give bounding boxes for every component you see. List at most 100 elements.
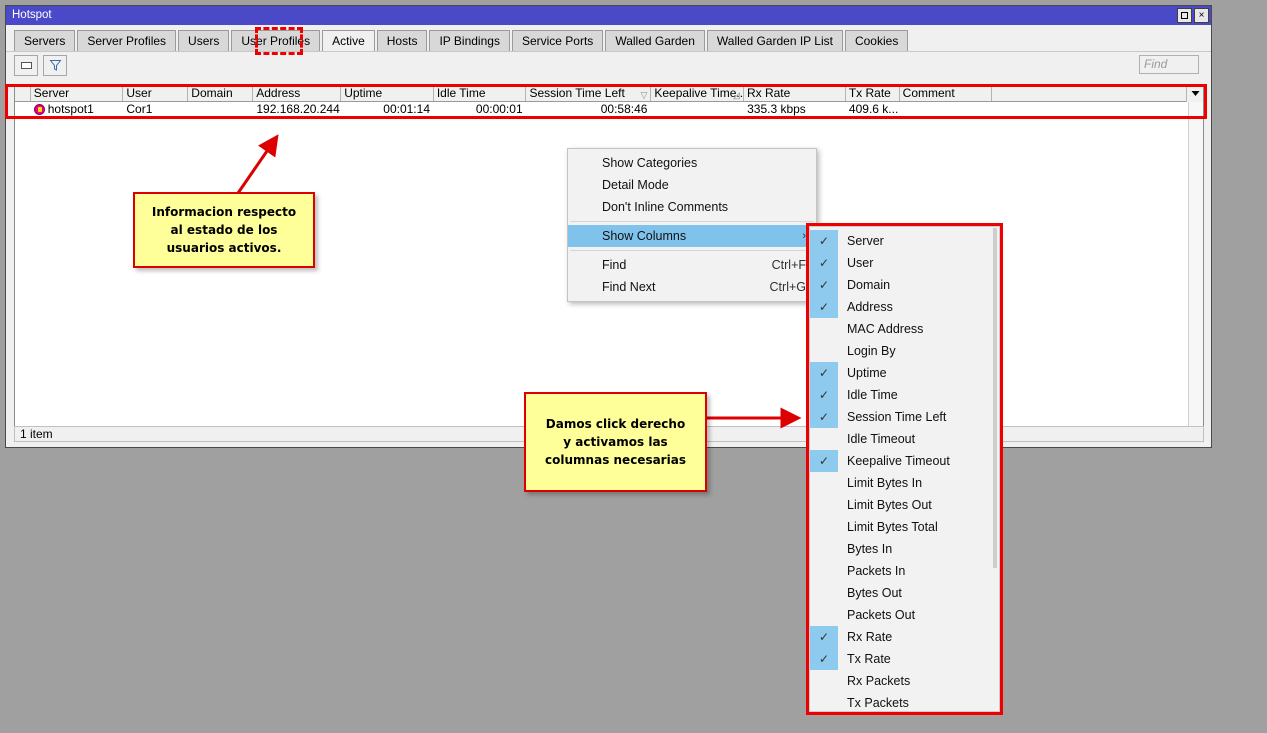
- checkmark-icon: ✓: [810, 362, 838, 384]
- cell-rx-rate: 335.3 kbps: [747, 102, 806, 116]
- checkmark-icon: ✓: [810, 450, 838, 472]
- tab-user-profiles[interactable]: User Profiles: [231, 30, 321, 51]
- column-toggle-bytes-out[interactable]: Bytes Out: [810, 582, 999, 604]
- tab-walled-garden[interactable]: Walled Garden: [605, 30, 705, 51]
- column-chooser-dropdown[interactable]: [1186, 85, 1203, 102]
- column-toggle-limit-bytes-total[interactable]: Limit Bytes Total: [810, 516, 999, 538]
- column-header-session-time-left[interactable]: Session Time Left ▽: [526, 85, 652, 101]
- menu-item-show-columns[interactable]: Show Columns ›: [568, 225, 816, 247]
- tab-bar: Servers Server Profiles Users User Profiles…: [6, 25, 1211, 51]
- column-toggle-rx-packets[interactable]: Rx Packets: [810, 670, 999, 692]
- menu-item-detail-mode[interactable]: Detail Mode: [568, 174, 816, 196]
- column-toggle-label: Tx Packets: [847, 696, 909, 710]
- tab-walled-garden-ip-list[interactable]: Walled Garden IP List: [706, 30, 843, 51]
- column-toggle-packets-in[interactable]: Packets In: [810, 560, 999, 582]
- column-toggle-uptime[interactable]: ✓ Uptime: [810, 362, 999, 384]
- note-line: columnas necesarias: [545, 453, 686, 467]
- column-toggle-tx-rate[interactable]: ✓ Tx Rate: [810, 648, 999, 670]
- menu-item-show-categories[interactable]: Show Categories: [568, 152, 816, 174]
- column-header-label: Keepalive Time...: [654, 86, 744, 100]
- menu-item-label: Show Categories: [602, 156, 698, 170]
- tab-servers[interactable]: Servers: [14, 30, 76, 51]
- column-toggle-label: Keepalive Timeout: [847, 454, 950, 468]
- column-toggle-bytes-in[interactable]: Bytes In: [810, 538, 999, 560]
- maximize-button[interactable]: [1177, 8, 1192, 23]
- column-toggle-domain[interactable]: ✓ Domain: [810, 274, 999, 296]
- column-header-label: Uptime: [344, 86, 383, 100]
- cell-user: Cor1: [126, 102, 153, 116]
- column-toggle-label: Address: [847, 300, 893, 314]
- column-toggle-label: Idle Timeout: [847, 432, 916, 446]
- checkmark-icon: [810, 340, 838, 362]
- chevron-right-icon: ›: [802, 230, 806, 242]
- column-header-label: Tx Rate: [848, 86, 891, 100]
- column-toggle-packets-out[interactable]: Packets Out: [810, 604, 999, 626]
- column-toggle-server[interactable]: ✓ Server: [810, 230, 999, 252]
- column-toggle-label: Session Time Left: [847, 410, 947, 424]
- column-toggle-label: Bytes Out: [847, 586, 902, 600]
- checkmark-icon: ✓: [810, 296, 838, 318]
- column-toggle-label: Bytes In: [847, 542, 893, 556]
- column-header-idle-time[interactable]: Idle Time: [433, 85, 527, 101]
- column-toggle-label: Tx Rate: [847, 652, 891, 666]
- column-toggle-session-time-left[interactable]: ✓ Session Time Left: [810, 406, 999, 428]
- close-icon: ×: [1198, 9, 1205, 21]
- cell-domain: [188, 102, 253, 117]
- column-toggle-label: Packets In: [847, 564, 906, 578]
- menu-item-find[interactable]: Find Ctrl+F: [568, 254, 816, 276]
- tab-hosts[interactable]: Hosts: [376, 30, 428, 51]
- table-header-row: Server User Domain Address Uptime Idle Time Se…: [15, 85, 1203, 102]
- note-line: usuarios activos.: [166, 241, 282, 255]
- column-toggle-limit-bytes-out[interactable]: Limit Bytes Out: [810, 494, 999, 516]
- tab-server-profiles[interactable]: Server Profiles: [77, 30, 177, 51]
- submenu-scrollbar[interactable]: [992, 228, 998, 710]
- menu-item-find-next[interactable]: Find Next Ctrl+G: [568, 276, 816, 298]
- column-header-uptime[interactable]: Uptime: [341, 85, 434, 101]
- column-toggle-tx-packets[interactable]: Tx Packets: [810, 692, 999, 711]
- search-input[interactable]: Find: [1139, 55, 1199, 74]
- annotation-note-active-users: Informacion respecto al estado de los usua…: [133, 192, 315, 268]
- table-row[interactable]: hotspot1 Cor1 192.168.20.244 00:01:14 00:00:…: [15, 102, 1203, 118]
- column-header-label: Rx Rate: [746, 86, 791, 100]
- note-line: al estado de los: [170, 223, 278, 237]
- tab-users[interactable]: Users: [178, 30, 230, 51]
- checkmark-icon: ✓: [810, 406, 838, 428]
- column-toggle-mac-address[interactable]: MAC Address: [810, 318, 999, 340]
- submenu-scrollbar-thumb[interactable]: [993, 228, 997, 568]
- column-header-rx-rate[interactable]: Rx Rate: [743, 85, 846, 101]
- tab-service-ports[interactable]: Service Ports: [511, 30, 604, 51]
- column-header-domain[interactable]: Domain: [188, 85, 254, 101]
- column-toggle-rx-rate[interactable]: ✓ Rx Rate: [810, 626, 999, 648]
- cell-server-label: hotspot1: [47, 102, 94, 116]
- column-header-keepalive-time[interactable]: Keepalive Time... ◿: [651, 85, 744, 101]
- tab-cookies[interactable]: Cookies: [844, 30, 909, 51]
- column-toggle-keepalive-timeout[interactable]: ✓ Keepalive Timeout: [810, 450, 999, 472]
- checkmark-icon: [810, 538, 838, 560]
- filter-button[interactable]: [43, 55, 67, 76]
- cell-uptime: 00:01:14: [383, 102, 430, 116]
- table-vertical-scrollbar[interactable]: [1188, 102, 1203, 428]
- close-button[interactable]: ×: [1194, 8, 1209, 23]
- column-header-comment[interactable]: Comment: [899, 85, 993, 101]
- column-header-user[interactable]: User: [123, 85, 189, 101]
- column-header-label: Address: [256, 86, 301, 100]
- column-header-tx-rate[interactable]: Tx Rate: [845, 85, 900, 101]
- remove-button[interactable]: [14, 55, 38, 76]
- column-header-label: Comment: [902, 86, 955, 100]
- column-header-address[interactable]: Address: [253, 85, 342, 101]
- menu-item-label: Show Columns: [602, 229, 687, 243]
- tab-active[interactable]: Active: [322, 30, 375, 51]
- column-toggle-user[interactable]: ✓ User: [810, 252, 999, 274]
- note-line: Informacion respecto: [151, 205, 297, 219]
- menu-item-label: Find Next: [602, 280, 656, 294]
- column-toggle-limit-bytes-in[interactable]: Limit Bytes In: [810, 472, 999, 494]
- menu-item-don-t-inline-comments[interactable]: Don't Inline Comments: [568, 196, 816, 218]
- column-toggle-login-by[interactable]: Login By: [810, 340, 999, 362]
- tab-ip-bindings[interactable]: IP Bindings: [429, 30, 510, 51]
- column-toggle-address[interactable]: ✓ Address: [810, 296, 999, 318]
- column-toggle-idle-timeout[interactable]: Idle Timeout: [810, 428, 999, 450]
- column-header-blank[interactable]: [992, 85, 1203, 101]
- column-header-server[interactable]: Server: [30, 85, 124, 101]
- table-header-gutter: [15, 85, 31, 101]
- column-toggle-idle-time[interactable]: ✓ Idle Time: [810, 384, 999, 406]
